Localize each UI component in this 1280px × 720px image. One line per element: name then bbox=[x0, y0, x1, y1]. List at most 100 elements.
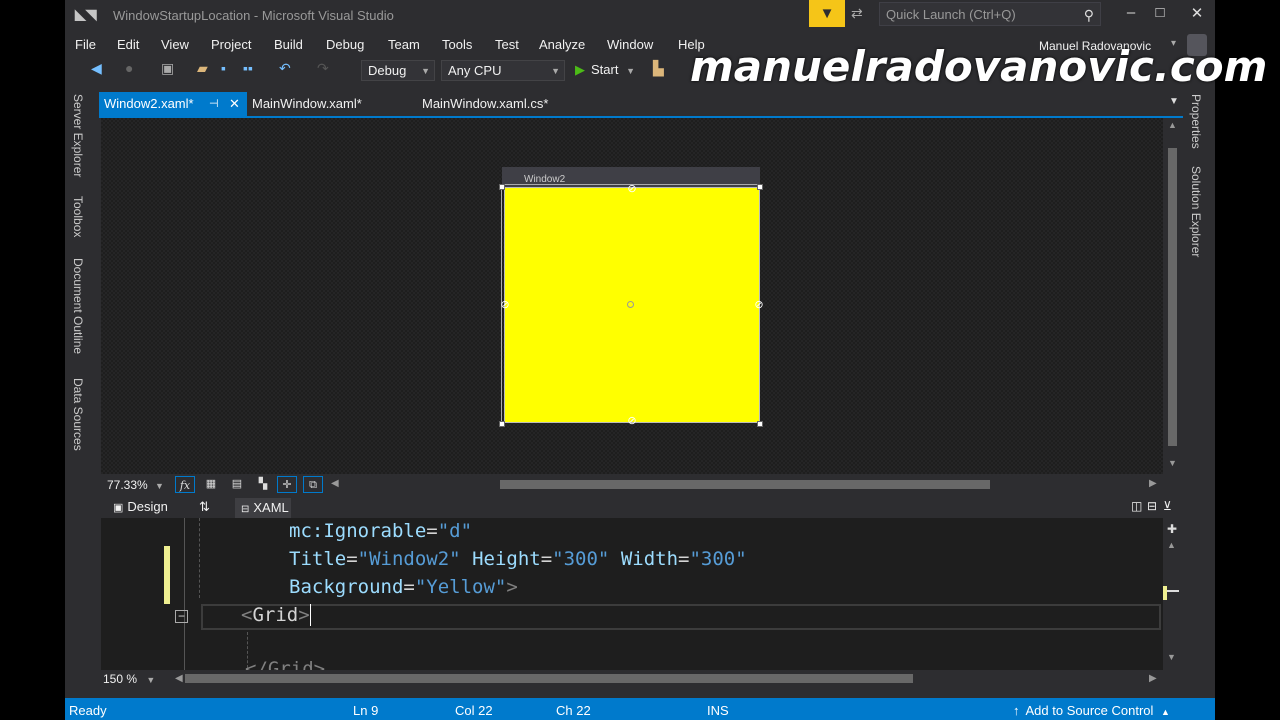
attach-icon[interactable]: ▙ bbox=[653, 60, 664, 77]
snap-lines-icon[interactable]: ✛ bbox=[277, 476, 297, 493]
filter-icon[interactable]: ▼ bbox=[809, 0, 845, 27]
designer-horizontal-scroll-thumb[interactable] bbox=[500, 480, 990, 489]
code-line: mc:Ignorable="d" bbox=[289, 520, 472, 542]
document-outline-tab[interactable]: Document Outline bbox=[71, 258, 85, 354]
resize-handle[interactable] bbox=[757, 421, 763, 427]
anchor-top-icon[interactable]: ⊘ bbox=[626, 183, 638, 195]
grid-icon[interactable]: ▦ bbox=[201, 476, 221, 493]
menu-analyze[interactable]: Analyze bbox=[539, 37, 585, 52]
start-label: Start bbox=[591, 62, 619, 77]
minimize-button[interactable]: – bbox=[1121, 4, 1141, 21]
toolbox-tab[interactable]: Toolbox bbox=[71, 196, 85, 237]
code-value: "300" bbox=[689, 548, 747, 570]
feedback-icon[interactable]: ⇄ bbox=[851, 5, 863, 22]
solution-explorer-tab[interactable]: Solution Explorer bbox=[1189, 166, 1203, 257]
scroll-up-icon[interactable]: ▲ bbox=[1167, 540, 1176, 550]
scroll-right-icon[interactable]: ▶ bbox=[1149, 478, 1157, 489]
menu-test[interactable]: Test bbox=[495, 37, 519, 52]
left-tool-rail: Server Explorer Toolbox Document Outline… bbox=[65, 86, 99, 698]
collapse-panes-icon[interactable]: ⊻ bbox=[1163, 499, 1172, 513]
code-equals: = bbox=[426, 520, 438, 542]
design-tab[interactable]: ▣ Design bbox=[113, 499, 168, 514]
anchor-right-icon[interactable]: ⊘ bbox=[753, 299, 765, 311]
editor-horizontal-scroll-thumb[interactable] bbox=[185, 674, 913, 683]
close-tab-icon[interactable]: ✕ bbox=[229, 92, 240, 116]
vertical-split-icon[interactable]: ◫ bbox=[1131, 499, 1142, 513]
undo-icon[interactable]: ↶ bbox=[279, 60, 291, 77]
status-line: Ln 9 bbox=[353, 703, 379, 718]
back-icon[interactable]: ◀ bbox=[91, 60, 102, 77]
solution-platform-select[interactable]: Any CPU ▼ bbox=[441, 60, 565, 81]
change-marker bbox=[164, 546, 170, 604]
add-to-source-control-button[interactable]: ↑ Add to Source Control ▲ bbox=[1013, 703, 1170, 718]
project-code-icon[interactable]: ⧉ bbox=[303, 476, 323, 493]
editor-vertical-scrollbar[interactable]: ✚ ▲ ▼ bbox=[1163, 522, 1179, 670]
scroll-up-icon[interactable]: ▲ bbox=[1168, 120, 1177, 130]
redo-icon[interactable]: ↷ bbox=[317, 60, 329, 77]
tab-label: MainWindow.xaml* bbox=[252, 96, 362, 111]
scroll-right-icon[interactable]: ▶ bbox=[1149, 673, 1157, 684]
menu-file[interactable]: File bbox=[75, 37, 96, 52]
solution-configuration-select[interactable]: Debug ▼ bbox=[361, 60, 435, 81]
quick-launch-input[interactable]: Quick Launch (Ctrl+Q) ⚲ bbox=[879, 2, 1101, 26]
start-button[interactable]: ▶ Start ▼ bbox=[575, 62, 635, 78]
data-sources-tab[interactable]: Data Sources bbox=[71, 378, 85, 451]
menu-build[interactable]: Build bbox=[274, 37, 303, 52]
editor-zoom-select[interactable]: 150 % ▼ bbox=[103, 672, 155, 686]
collapse-grid-icon[interactable]: − bbox=[175, 610, 188, 623]
menu-debug[interactable]: Debug bbox=[326, 37, 364, 52]
designer-vertical-scrollbar[interactable]: ▲ ▼ bbox=[1165, 118, 1181, 474]
editor-zoom-value: 150 % bbox=[103, 672, 138, 686]
save-all-icon[interactable]: ▪▪ bbox=[243, 60, 253, 76]
scroll-down-icon[interactable]: ▼ bbox=[1167, 652, 1176, 662]
open-folder-icon[interactable]: ▰ bbox=[197, 60, 208, 77]
scroll-thumb[interactable] bbox=[1168, 148, 1177, 446]
maximize-button[interactable]: □ bbox=[1150, 4, 1170, 21]
scroll-left-icon[interactable]: ◀ bbox=[175, 673, 183, 684]
menu-edit[interactable]: Edit bbox=[117, 37, 139, 52]
menu-tools[interactable]: Tools bbox=[442, 37, 472, 52]
text-caret bbox=[309, 604, 311, 626]
save-icon[interactable]: ▪ bbox=[221, 60, 226, 76]
menu-team[interactable]: Team bbox=[388, 37, 420, 52]
resize-handle[interactable] bbox=[499, 421, 505, 427]
pin-icon[interactable]: ⊣ bbox=[209, 92, 219, 116]
tab-window2-xaml[interactable]: Window2.xaml* ⊣ ✕ bbox=[99, 92, 247, 116]
properties-tab[interactable]: Properties bbox=[1189, 94, 1203, 149]
code-equals: = bbox=[678, 548, 690, 570]
checkerboard-icon[interactable]: ▚ bbox=[253, 476, 273, 493]
xaml-label: XAML bbox=[253, 500, 289, 515]
swap-panes-button[interactable]: ⇅ bbox=[199, 499, 210, 515]
menu-project[interactable]: Project bbox=[211, 37, 251, 52]
tab-mainwindow-xaml-cs[interactable]: MainWindow.xaml.cs* bbox=[417, 92, 587, 116]
horizontal-split-icon[interactable]: ⊟ bbox=[1147, 499, 1157, 513]
xaml-code-editor[interactable] bbox=[101, 518, 1163, 670]
close-button[interactable]: ✕ bbox=[1187, 4, 1207, 22]
scroll-down-icon[interactable]: ▼ bbox=[1168, 458, 1177, 468]
code-equals: = bbox=[540, 548, 553, 570]
effects-button[interactable]: fx bbox=[175, 476, 195, 493]
forward-icon[interactable]: ● bbox=[125, 60, 133, 76]
chevron-down-icon: ▼ bbox=[146, 675, 156, 685]
current-line-highlight bbox=[201, 604, 1161, 630]
menu-view[interactable]: View bbox=[161, 37, 189, 52]
anchor-bottom-icon[interactable]: ⊘ bbox=[626, 415, 638, 427]
server-explorer-tab[interactable]: Server Explorer bbox=[71, 94, 85, 177]
code-value: "d" bbox=[437, 520, 473, 542]
menu-window[interactable]: Window bbox=[607, 37, 653, 52]
visual-studio-logo-icon: ◣◥ bbox=[75, 6, 97, 22]
resize-handle[interactable] bbox=[499, 184, 505, 190]
anchor-left-icon[interactable]: ⊘ bbox=[499, 299, 511, 311]
xaml-tab[interactable]: ⊟ XAML bbox=[235, 498, 291, 518]
configuration-value: Debug bbox=[368, 63, 407, 78]
snap-gridlines-icon[interactable]: ▤ bbox=[227, 476, 247, 493]
designer-zoom-select[interactable]: 77.33% ▼ bbox=[107, 478, 164, 492]
code-line: <Grid> bbox=[241, 604, 311, 626]
scroll-left-icon[interactable]: ◀ bbox=[331, 478, 339, 489]
tab-overflow-icon[interactable]: ▼ bbox=[1169, 96, 1179, 107]
tab-mainwindow-xaml[interactable]: MainWindow.xaml* bbox=[247, 92, 407, 116]
code-bracket: > bbox=[298, 604, 310, 626]
resize-handle[interactable] bbox=[757, 184, 763, 190]
split-editor-icon[interactable]: ✚ bbox=[1167, 522, 1177, 536]
new-project-icon[interactable]: ▣ bbox=[161, 60, 174, 77]
